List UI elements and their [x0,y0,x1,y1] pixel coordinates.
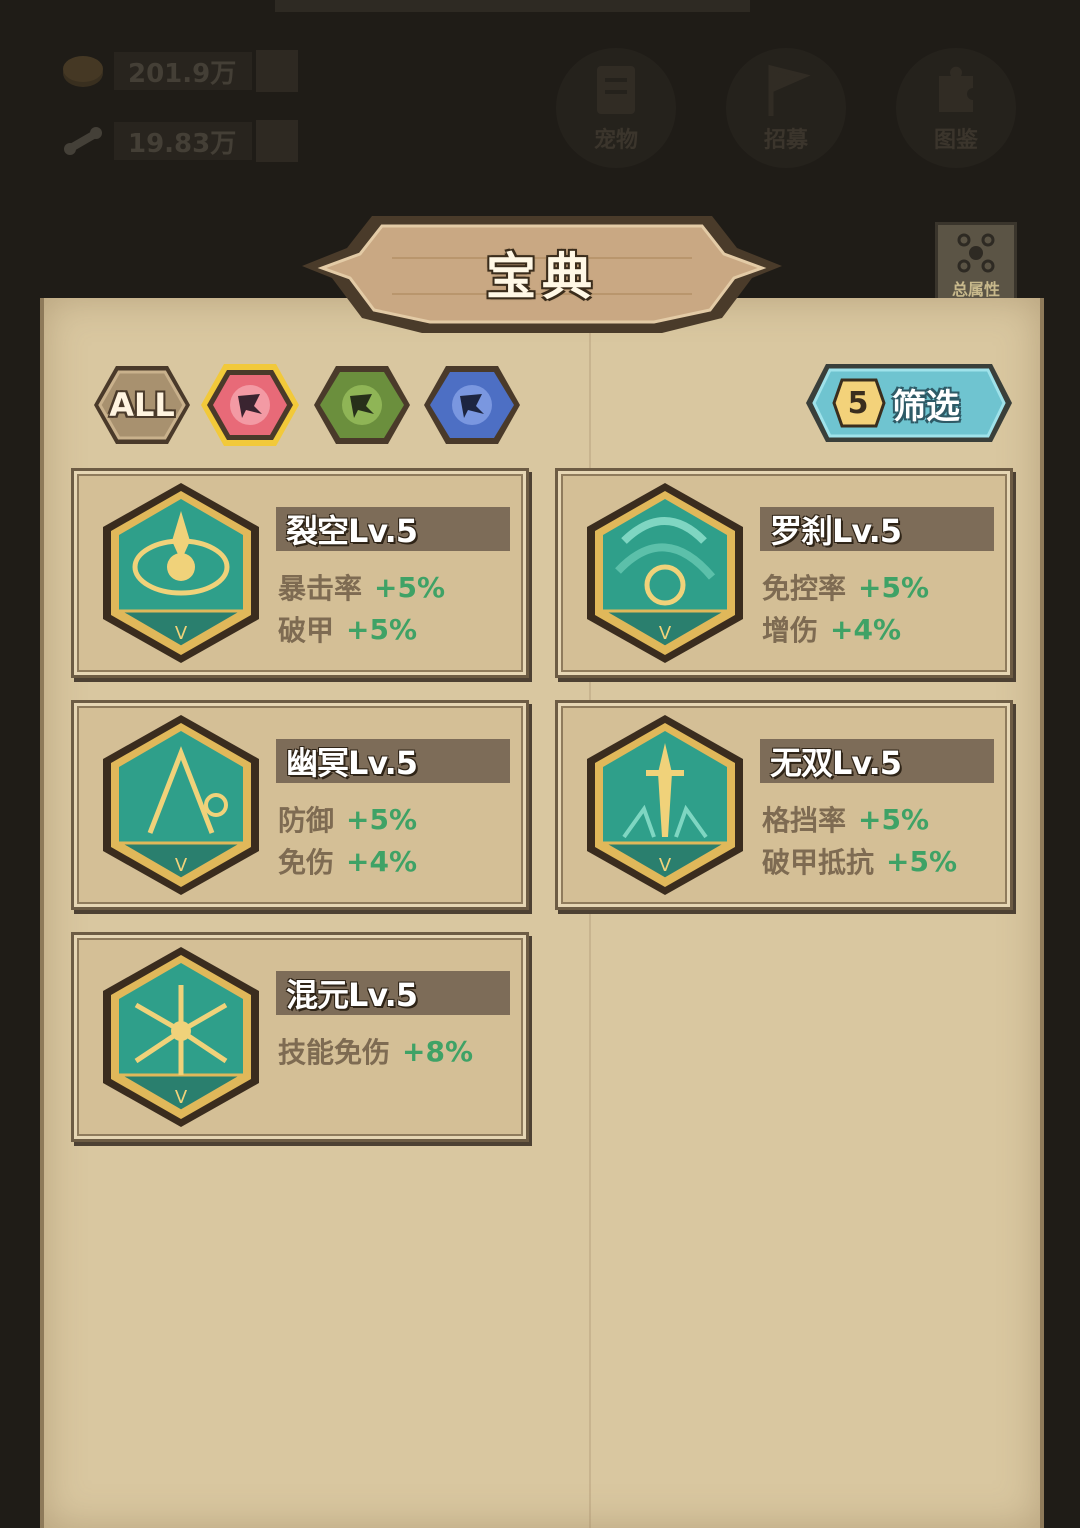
total-attributes-label: 总属性 [951,280,1000,299]
codex-card-wushuang[interactable]: V 无双Lv.5 格挡率 +5% 破甲抵抗 +5% [555,700,1013,910]
stat-value: +4% [830,612,902,646]
coin-icon [58,46,108,96]
codex-card-luosha[interactable]: V 罗刹Lv.5 免控率 +5% 增伤 +4% [555,468,1013,678]
stat-label: 免控率 [762,572,847,605]
card-stat: 破甲 +5% [278,609,417,649]
bone-resource: 19.83万 [58,116,298,166]
stat-label: 破甲 [278,614,335,647]
top-bar [275,0,750,12]
card-stat: 增伤 +4% [762,609,901,649]
filter-all-label: ALL [109,386,175,424]
filter-green[interactable] [312,362,412,448]
stat-label: 技能免伤 [278,1036,391,1069]
stat-label: 防御 [278,804,335,837]
emblem-tier: V [659,623,672,644]
phantom-rune-icon: V [103,715,259,895]
cosmos-rune-icon: V [103,947,259,1127]
stat-label: 破甲抵抗 [762,846,875,879]
stat-value: +5% [858,570,930,604]
codex-card-liekong[interactable]: V 裂空Lv.5 暴击率 +5% 破甲 +5% [71,468,529,678]
stat-label: 免伤 [278,846,335,879]
card-stat: 格挡率 +5% [762,799,929,839]
total-attributes-button[interactable]: 总属性 [935,222,1017,308]
stat-label: 暴击率 [278,572,363,605]
emblem-tier: V [659,855,672,876]
emblem-tier: V [175,855,188,876]
page-title: 宝典 [486,248,598,306]
stat-value: +8% [402,1034,474,1068]
rune-grid-icon [957,233,995,273]
recruit-button[interactable]: 招募 [726,48,846,168]
stat-value: +5% [346,612,418,646]
filter-red[interactable] [200,362,300,448]
stat-value: +4% [346,844,418,878]
codex-card-hunyuan[interactable]: V 混元Lv.5 技能免伤 +8% [71,932,529,1142]
screen-button[interactable]: 5 筛选 [804,360,1014,446]
screen-button-label: 筛选 [892,386,960,427]
card-name: 幽冥Lv.5 [276,739,510,783]
card-stat: 破甲抵抗 +5% [762,841,957,881]
card-name: 裂空Lv.5 [276,507,510,551]
coin-resource: 201.9万 [58,46,298,96]
coin-add-button[interactable] [256,50,298,92]
coin-value: 201.9万 [114,52,252,90]
screen-count-badge: 5 [847,385,869,421]
vortex-rune-icon: V [587,483,743,663]
emblem-tier: V [175,623,188,644]
sword-rune-icon: V [587,715,743,895]
pet-button[interactable]: 宠物 [556,48,676,168]
codex-button-label: 图鉴 [933,128,978,153]
title-banner: 宝典 [282,198,802,348]
rune-red-icon [201,364,299,446]
bone-value: 19.83万 [114,122,252,160]
bone-add-button[interactable] [256,120,298,162]
pet-button-label: 宠物 [593,128,638,153]
stat-value: +5% [346,802,418,836]
card-name: 无双Lv.5 [760,739,994,783]
card-name: 混元Lv.5 [276,971,510,1015]
bone-icon [58,116,108,166]
puzzle-icon [939,66,973,112]
eye-rune-icon: V [103,483,259,663]
stat-label: 格挡率 [762,804,847,837]
codex-button[interactable]: 图鉴 [896,48,1016,168]
card-stat: 暴击率 +5% [278,567,445,607]
card-stat: 免伤 +4% [278,841,417,881]
filter-all[interactable]: ALL [92,362,192,448]
stat-value: +5% [886,844,958,878]
card-stat: 防御 +5% [278,799,417,839]
flag-icon [768,64,811,116]
stat-value: +5% [374,570,446,604]
codex-card-youming[interactable]: V 幽冥Lv.5 防御 +5% 免伤 +4% [71,700,529,910]
card-name: 罗刹Lv.5 [760,507,994,551]
emblem-tier: V [175,1087,188,1108]
recruit-button-label: 招募 [763,128,808,153]
book-icon [597,66,635,114]
rune-green-icon [314,366,410,444]
card-stat: 技能免伤 +8% [278,1031,473,1071]
filter-blue[interactable] [422,362,522,448]
stat-value: +5% [858,802,930,836]
card-stat: 免控率 +5% [762,567,929,607]
rune-blue-icon [424,366,520,444]
stat-label: 增伤 [762,614,819,647]
